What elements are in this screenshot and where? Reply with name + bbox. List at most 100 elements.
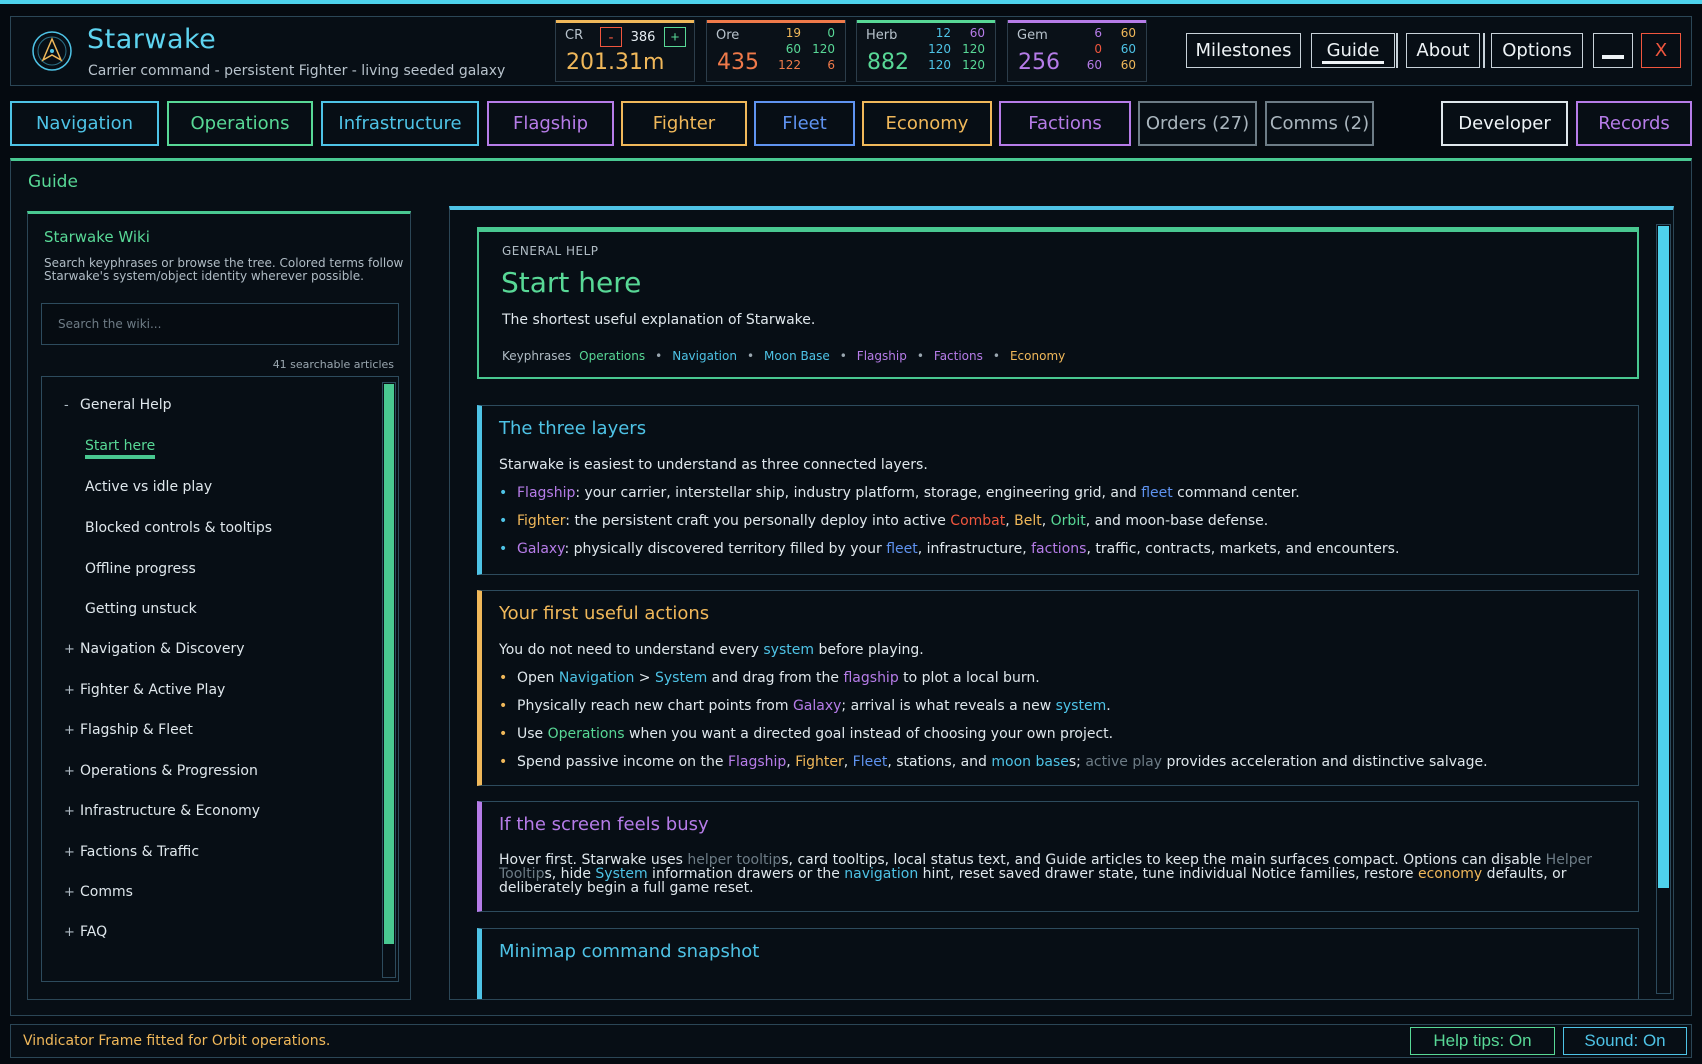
milestones-button[interactable]: Milestones xyxy=(1186,33,1301,68)
herb-stat: 120 xyxy=(962,42,985,56)
cr-decrease-button[interactable]: - xyxy=(600,27,622,47)
guide-button-label: Guide xyxy=(1326,40,1380,61)
keyphrase-link[interactable]: Navigation xyxy=(672,349,737,363)
tree-label: Offline progress xyxy=(85,561,196,577)
bullet: • xyxy=(499,513,508,529)
tab-factions[interactable]: Factions xyxy=(999,101,1131,146)
about-button[interactable]: About xyxy=(1406,33,1480,68)
term-link[interactable]: Operations xyxy=(548,726,625,742)
tab-fleet[interactable]: Fleet xyxy=(754,101,855,146)
term-link[interactable]: Galaxy xyxy=(793,698,841,714)
term-link[interactable]: navigation xyxy=(844,866,918,882)
content-scroll-thumb[interactable] xyxy=(1658,226,1669,888)
minimize-icon xyxy=(1602,54,1624,59)
tab-flagship[interactable]: Flagship xyxy=(487,101,614,146)
tab-comms[interactable]: Comms (2) xyxy=(1265,101,1374,146)
tab-fighter[interactable]: Fighter xyxy=(621,101,747,146)
text: before playing. xyxy=(814,642,924,658)
term-link[interactable]: Flagship xyxy=(517,485,575,501)
tree-category[interactable]: + Fighter & Active Play xyxy=(64,682,225,698)
term-link[interactable]: Combat xyxy=(950,513,1005,529)
text: ; arrival is what reveals a new xyxy=(841,698,1056,714)
tree-article-start-here[interactable]: Start here xyxy=(85,438,156,459)
help-tips-toggle[interactable]: Help tips: On xyxy=(1410,1027,1555,1055)
tree-category-general-help[interactable]: - General Help xyxy=(64,397,172,413)
term-link[interactable]: moon base xyxy=(991,754,1068,770)
top-header: Starwake Carrier command - persistent Fi… xyxy=(10,16,1692,86)
term-link[interactable]: Fleet xyxy=(853,754,888,770)
text: hint, reset saved drawer state, tune ind… xyxy=(918,866,1418,882)
tab-records[interactable]: Records xyxy=(1576,101,1692,146)
tree-category[interactable]: + Infrastructure & Economy xyxy=(64,803,260,819)
text: , infrastructure, xyxy=(917,541,1032,557)
term-link[interactable]: Fighter xyxy=(517,513,565,529)
term-link[interactable]: flagship xyxy=(843,670,898,686)
gem-stat: 60 xyxy=(1120,26,1136,40)
tree-article[interactable]: Active vs idle play xyxy=(85,479,212,495)
term-link[interactable]: economy xyxy=(1418,866,1482,882)
term-link[interactable]: system xyxy=(763,642,814,658)
collapse-icon: - xyxy=(64,398,69,413)
tab-infrastructure[interactable]: Infrastructure xyxy=(321,101,479,146)
sound-toggle[interactable]: Sound: On xyxy=(1563,1027,1687,1055)
section-intro: You do not need to understand every syst… xyxy=(499,642,924,658)
gem-stat: 60 xyxy=(1120,42,1136,56)
tab-orders[interactable]: Orders (27) xyxy=(1138,101,1257,146)
text: : physically discovered territory filled… xyxy=(564,541,887,557)
list-item: • Open Navigation > System and drag from … xyxy=(499,670,1040,686)
tree-category[interactable]: + Factions & Traffic xyxy=(64,844,199,860)
tree-article[interactable]: Blocked controls & tooltips xyxy=(85,520,272,536)
term-link[interactable]: fleet xyxy=(886,541,918,557)
tree-category[interactable]: + Navigation & Discovery xyxy=(64,641,245,657)
cr-increase-button[interactable]: + xyxy=(664,27,686,47)
text: to plot a local burn. xyxy=(898,670,1040,686)
tree-category[interactable]: + Operations & Progression xyxy=(64,763,258,779)
tab-developer[interactable]: Developer xyxy=(1441,101,1568,146)
wiki-article-count: 41 searchable articles xyxy=(272,358,394,371)
herb-label: Herb xyxy=(866,28,898,43)
article-title: Start here xyxy=(501,266,642,299)
term-link[interactable]: Navigation xyxy=(559,670,635,686)
term-link[interactable]: Flagship xyxy=(728,754,786,770)
term-link[interactable]: Belt xyxy=(1014,513,1042,529)
tab-operations[interactable]: Operations xyxy=(167,101,313,146)
term-link[interactable]: system xyxy=(1056,698,1107,714)
tree-article[interactable]: Getting unstuck xyxy=(85,601,197,617)
tree-category[interactable]: + Flagship & Fleet xyxy=(64,722,193,738)
app-subtitle: Carrier command - persistent Fighter - l… xyxy=(88,63,506,79)
wiki-title: Starwake Wiki xyxy=(44,228,150,246)
tree-category[interactable]: + FAQ xyxy=(64,924,107,940)
keyphrase-link[interactable]: Economy xyxy=(1010,349,1065,363)
term-link[interactable]: System xyxy=(655,670,707,686)
term-link[interactable]: Fighter xyxy=(795,754,844,770)
keyphrase-link[interactable]: Flagship xyxy=(857,349,907,363)
tree-article[interactable]: Offline progress xyxy=(85,561,196,577)
cr-step-value: 386 xyxy=(630,29,656,45)
term-link[interactable]: factions xyxy=(1031,541,1086,557)
minimize-button[interactable] xyxy=(1593,33,1633,68)
wiki-search-input[interactable] xyxy=(41,303,399,345)
keyphrase-link[interactable]: Moon Base xyxy=(764,349,830,363)
close-button[interactable]: X xyxy=(1641,33,1681,68)
text: Physically reach new chart points from xyxy=(517,698,793,714)
herb-stat: 120 xyxy=(928,58,951,72)
guide-button[interactable]: Guide xyxy=(1311,33,1395,68)
text: , xyxy=(1005,513,1015,529)
content-scrollbar[interactable] xyxy=(1656,224,1671,994)
term-link[interactable]: fleet xyxy=(1141,485,1173,501)
tree-scrollbar[interactable] xyxy=(382,382,396,978)
keyphrase-link[interactable]: Operations xyxy=(579,349,645,363)
term-link[interactable]: Orbit xyxy=(1051,513,1086,529)
herb-stat: 60 xyxy=(969,26,985,40)
herb-stat: 120 xyxy=(962,58,985,72)
tree-scroll-thumb[interactable] xyxy=(384,384,394,944)
keyphrase-link[interactable]: Factions xyxy=(934,349,983,363)
tab-economy[interactable]: Economy xyxy=(862,101,992,146)
term-link[interactable]: Galaxy xyxy=(517,541,564,557)
expand-icon: + xyxy=(64,764,75,779)
options-button[interactable]: Options xyxy=(1491,33,1583,68)
tab-navigation[interactable]: Navigation xyxy=(10,101,159,146)
text: : your carrier, interstellar ship, indus… xyxy=(575,485,1142,501)
term-link[interactable]: active play xyxy=(1085,754,1162,770)
tree-category[interactable]: + Comms xyxy=(64,884,133,900)
